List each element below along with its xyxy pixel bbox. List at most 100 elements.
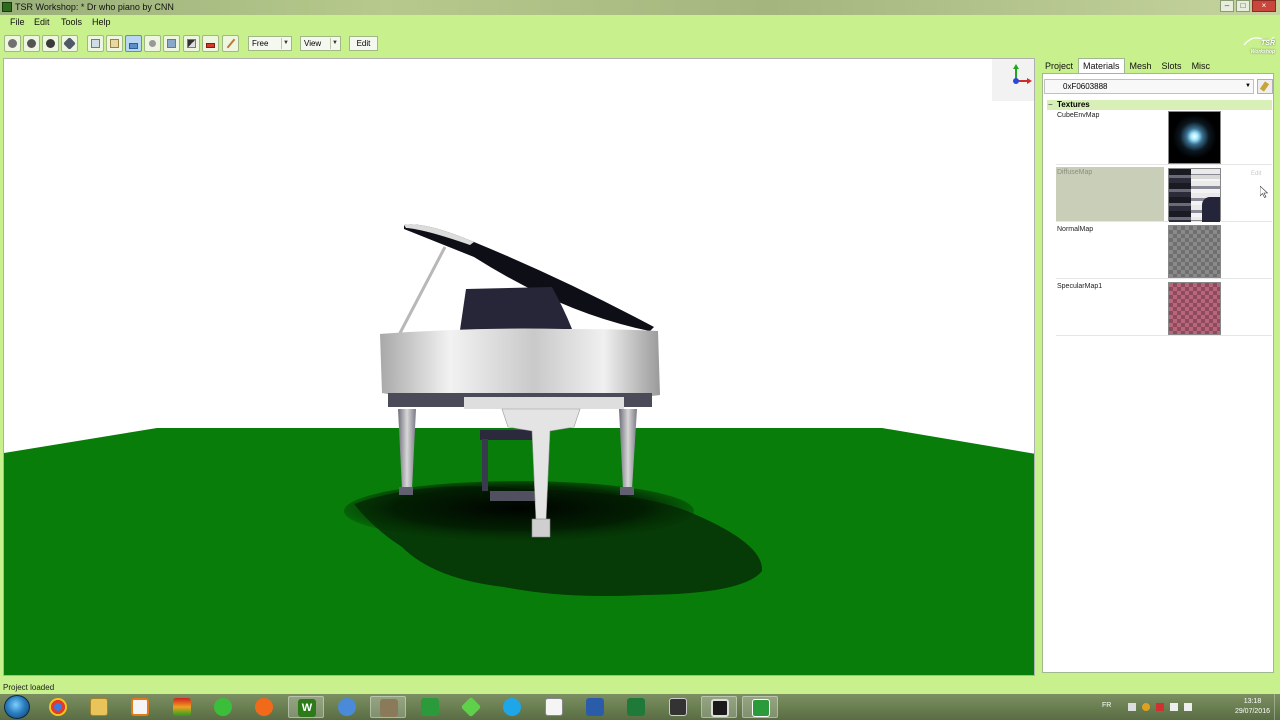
- tray-update-icon[interactable]: [1142, 703, 1150, 711]
- shadow-button[interactable]: [125, 35, 142, 52]
- menu-edit[interactable]: Edit: [34, 17, 50, 27]
- piano-bench-base: [490, 491, 540, 501]
- tab-mesh[interactable]: Mesh: [1125, 58, 1157, 73]
- taskbar-movie-maker[interactable]: [660, 696, 696, 718]
- taskbar-camtasia-recorder[interactable]: [742, 696, 778, 718]
- menu-bar: File Edit Tools Help: [0, 15, 1280, 30]
- shade-solid-button[interactable]: [42, 35, 59, 52]
- tray-arrow-icon[interactable]: [1128, 703, 1136, 711]
- taskbar-teamspeak[interactable]: [329, 696, 365, 718]
- shade-wire-button[interactable]: [61, 35, 78, 52]
- light-button[interactable]: [144, 35, 161, 52]
- bounding-box-icon: [91, 39, 100, 48]
- material-id: 0xF0603888: [1063, 82, 1108, 91]
- 3d-viewport[interactable]: [3, 58, 1035, 676]
- taskbar-origin[interactable]: [246, 696, 282, 718]
- maximize-button[interactable]: □: [1236, 0, 1250, 12]
- edit-button[interactable]: Edit: [349, 36, 378, 51]
- bones-icon: [110, 39, 119, 48]
- taskbar-sims[interactable]: [205, 696, 241, 718]
- axis-gizmo[interactable]: [992, 59, 1034, 101]
- sims-icon: [214, 698, 232, 716]
- shade-flat-button[interactable]: [23, 35, 40, 52]
- texture-thumbnail[interactable]: [1168, 111, 1221, 164]
- close-button[interactable]: ×: [1252, 0, 1276, 12]
- strat-icon: [173, 698, 191, 716]
- view-dropdown[interactable]: View ▼: [300, 36, 341, 51]
- clock-time: 13:18: [1243, 698, 1262, 705]
- material-browse-button[interactable]: [1257, 79, 1273, 94]
- texture-row-cubeenvmap[interactable]: CubeEnvMap: [1056, 110, 1272, 165]
- tray-flag-icon[interactable]: [1156, 703, 1164, 711]
- taskbar-chrome[interactable]: [40, 696, 76, 718]
- texture-thumbnail[interactable]: [1168, 282, 1221, 335]
- material-select[interactable]: 0xF0603888 ▼: [1044, 79, 1254, 94]
- bounding-box-button[interactable]: [87, 35, 104, 52]
- taskbar-notepad[interactable]: [536, 696, 572, 718]
- taskbar-tsr-workshop[interactable]: W: [288, 696, 324, 718]
- chrome-icon: [49, 698, 67, 716]
- svg-text:Workshop: Workshop: [1251, 49, 1275, 55]
- taskbar-excel[interactable]: [618, 696, 654, 718]
- shade-flat-icon: [27, 39, 36, 48]
- play-icon: [131, 698, 149, 716]
- textures-section-header[interactable]: − Textures: [1047, 100, 1272, 110]
- taskbar-strat[interactable]: [164, 696, 200, 718]
- color-icon: [206, 43, 215, 48]
- taskbar-word[interactable]: [577, 696, 613, 718]
- plumbob-icon: [460, 696, 482, 718]
- clock[interactable]: 13:18 29/07/2016: [1235, 697, 1270, 717]
- tab-project[interactable]: Project: [1040, 58, 1078, 73]
- menu-tools[interactable]: Tools: [61, 17, 82, 27]
- menu-file[interactable]: File: [10, 17, 25, 27]
- color-button[interactable]: [202, 35, 219, 52]
- eyedropper-icon: [226, 38, 236, 49]
- window-title: TSR Workshop: * Dr who piano by CNN: [15, 2, 174, 12]
- tab-misc[interactable]: Misc: [1187, 58, 1216, 73]
- bones-button[interactable]: [106, 35, 123, 52]
- tray-network-icon[interactable]: [1170, 703, 1178, 711]
- tsr-logo-icon: TSR Workshop: [1243, 36, 1275, 55]
- notepad-icon: [545, 698, 563, 716]
- film-icon: [711, 699, 729, 717]
- texture-thumbnail[interactable]: [1168, 168, 1221, 222]
- language-indicator[interactable]: FR: [1102, 702, 1111, 709]
- axis-gizmo-icon: [1013, 64, 1032, 84]
- texture-name: DiffuseMap: [1057, 169, 1093, 176]
- tray-volume-icon[interactable]: [1184, 703, 1192, 711]
- taskbar-camtasia[interactable]: [412, 696, 448, 718]
- shade-smooth-button[interactable]: [4, 35, 21, 52]
- clapperboard-icon: [669, 698, 687, 716]
- taskbar-film[interactable]: [701, 696, 737, 718]
- taskbar-skype[interactable]: [494, 696, 530, 718]
- texture-row-diffusemap[interactable]: DiffuseMap Edit: [1056, 167, 1272, 222]
- materials-panel: 0xF0603888 ▼ − Textures CubeEnvMap Diffu…: [1042, 73, 1274, 673]
- texture-name: SpecularMap1: [1057, 283, 1103, 290]
- texture-edit-link[interactable]: Edit: [1251, 171, 1261, 177]
- texture-row-specularmap1[interactable]: SpecularMap1: [1056, 281, 1272, 336]
- status-bar: Project loaded: [0, 676, 1280, 694]
- show-desktop-button[interactable]: [1274, 694, 1280, 720]
- light-icon: [149, 40, 156, 47]
- textures-header-label: Textures: [1057, 100, 1090, 109]
- texture-thumbnail[interactable]: [1168, 225, 1221, 278]
- taskbar: W FR 13:18 29/07/2016: [0, 694, 1280, 720]
- tab-slots[interactable]: Slots: [1157, 58, 1187, 73]
- grid-button[interactable]: [163, 35, 180, 52]
- scene-render: [4, 224, 1034, 675]
- eyedropper-button[interactable]: [222, 35, 239, 52]
- taskbar-sims-green[interactable]: [453, 696, 489, 718]
- taskbar-media-player[interactable]: [122, 696, 158, 718]
- minimize-button[interactable]: –: [1220, 0, 1234, 12]
- toolbar: Free ▼ View ▼ Edit TSR Workshop: [0, 30, 1280, 58]
- texture-row-normalmap[interactable]: NormalMap: [1056, 224, 1272, 279]
- menu-help[interactable]: Help: [92, 17, 111, 27]
- camera-mode-dropdown[interactable]: Free ▼: [248, 36, 292, 51]
- texture-button[interactable]: [183, 35, 200, 52]
- start-button[interactable]: [4, 695, 30, 719]
- tab-materials[interactable]: Materials: [1078, 58, 1125, 73]
- shade-wire-icon: [63, 37, 76, 50]
- taskbar-explorer[interactable]: [81, 696, 117, 718]
- chevron-down-icon: ▼: [330, 38, 339, 49]
- taskbar-gimp[interactable]: [370, 696, 406, 718]
